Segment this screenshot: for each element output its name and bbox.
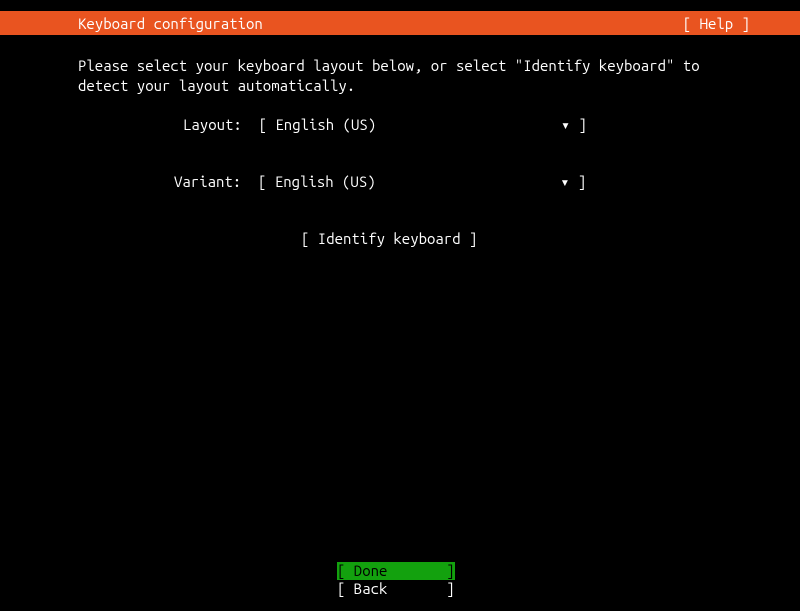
instruction-text: Please select your keyboard layout below… — [78, 56, 722, 95]
variant-label: Variant: — [174, 173, 258, 190]
help-button[interactable]: [ Help ] — [683, 15, 750, 32]
layout-dropdown[interactable]: [ English (US) — [259, 116, 561, 133]
identify-keyboard-button[interactable]: [ Identify keyboard ] — [301, 230, 722, 247]
page-title: Keyboard configuration — [78, 15, 263, 32]
variant-field-row: Variant: [ English (US) ▾ ] — [174, 173, 722, 191]
layout-field-row: Layout: [ English (US) ▾ ] — [183, 116, 722, 134]
header-bar: Keyboard configuration [ Help ] — [0, 11, 800, 35]
chevron-down-icon[interactable]: ▾ ] — [560, 173, 586, 191]
content-area: Please select your keyboard layout below… — [0, 35, 800, 247]
chevron-down-icon[interactable]: ▾ ] — [561, 116, 587, 134]
variant-dropdown[interactable]: [ English (US) — [258, 173, 560, 190]
footer: [ Done ] [ Back ] — [0, 562, 800, 600]
back-button[interactable]: [ Back ] — [337, 580, 455, 599]
done-button[interactable]: [ Done ] — [337, 562, 455, 581]
layout-label: Layout: — [183, 116, 259, 133]
